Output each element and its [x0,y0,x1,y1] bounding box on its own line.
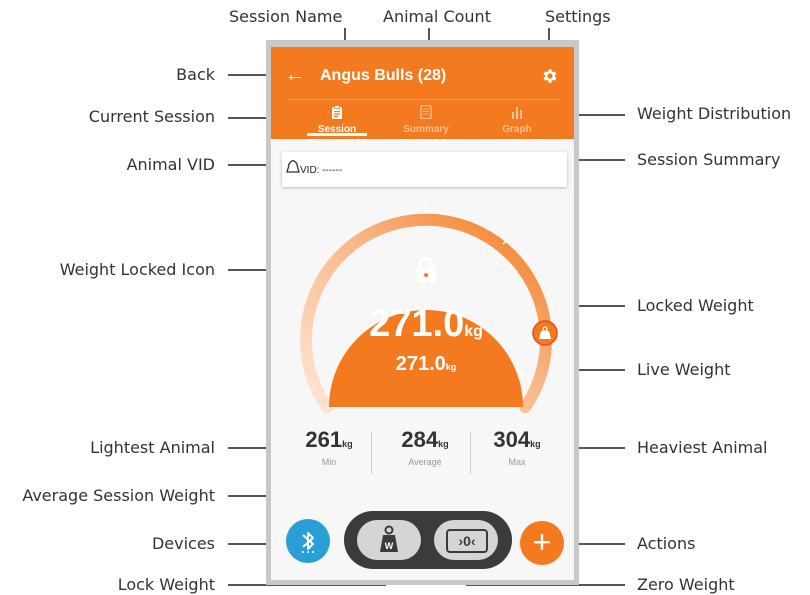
stat-max-value: 304 [493,427,531,452]
back-button[interactable]: ← [285,65,305,85]
annotation-back: Back [176,65,215,84]
annotation-current-session: Current Session [88,107,215,126]
annotation-session-name: Session Name [229,7,343,26]
weight-icon: W [380,525,398,552]
locked-weight: 271.0kg [356,303,496,346]
zero-icon: ›0‹ [446,529,488,553]
live-weight-value: 271.0 [395,353,446,375]
locked-weight-value: 271.0 [369,303,465,345]
annotation-session-summary: Session Summary [637,150,781,169]
annotation-weight-distribution: Weight Distribution [637,104,792,123]
annotation-weight-locked-icon: Weight Locked Icon [59,260,215,279]
annotation-locked-weight: Locked Weight [637,296,754,315]
annotation-zero-weight: Zero Weight [637,575,735,594]
stat-max-label: Max [508,457,526,467]
live-weight: 271.0kg [366,353,486,376]
annotation-average-session-weight: Average Session Weight [22,486,215,505]
tab-graph[interactable]: Graph [487,105,547,135]
stat-max-unit: kg [530,439,541,449]
bar-chart-icon [512,107,522,119]
annotation-heaviest-animal: Heaviest Animal [637,438,768,457]
active-tab-indicator [307,133,367,136]
session-title: Angus Bulls (28) [320,67,447,84]
annotation-devices: Devices [151,534,215,553]
tab-summary-label: Summary [403,124,449,135]
vid-card[interactable]: VID: ------ [282,152,567,187]
stat-min-label: Min [321,457,337,467]
annotation-animal-count: Animal Count [383,7,491,26]
bluetooth-icon [302,532,314,553]
annotation-animal-vid: Animal VID [126,155,215,174]
tab-session[interactable]: Session [307,105,367,135]
live-weight-unit: kg [445,362,457,372]
stat-min-value: 261 [305,427,343,452]
weight-marker-icon [532,320,558,346]
annotation-lightest-animal: Lightest Animal [90,438,215,457]
stat-min-unit: kg [342,439,353,449]
weight-icon-letter: W [385,541,394,551]
bell-icon [286,159,300,173]
lock-weight-button[interactable]: W [357,520,421,560]
stat-divider [371,432,372,474]
devices-button[interactable] [286,519,330,563]
stat-average-unit: kg [438,439,449,449]
annotation-lock-weight: Lock Weight [117,575,215,594]
annotation-settings: Settings [545,7,611,26]
stat-divider [470,432,471,474]
tab-summary[interactable]: Summary [396,104,456,135]
app-bar-divider [289,99,559,100]
stat-average-value: 284 [401,427,439,452]
app-bar: ← Angus Bulls (28) Session Summary Graph [271,47,574,139]
vid-text: VID: ------ [300,165,343,176]
stat-max: 304kg Max [477,427,557,467]
tab-graph-label: Graph [502,124,532,135]
stats-row: 261kg Min 284kg Average 304kg Max [271,427,574,482]
annotation-live-weight: Live Weight [637,360,731,379]
zero-weight-button[interactable]: ›0‹ [434,520,498,560]
annotation-actions: Actions [637,534,696,553]
gear-icon[interactable] [541,67,559,85]
actions-button[interactable]: + [520,521,564,565]
clipboard-icon [332,105,342,119]
stat-average-label: Average [408,457,442,467]
stat-average: 284kg Average [385,427,465,467]
lock-icon [416,257,436,283]
document-icon [420,104,432,120]
weight-controls: W ›0‹ [344,511,512,569]
app-screen: ← Angus Bulls (28) Session Summary Graph… [271,47,574,580]
stat-min: 261kg Min [289,427,369,467]
locked-weight-unit: kg [464,323,483,340]
